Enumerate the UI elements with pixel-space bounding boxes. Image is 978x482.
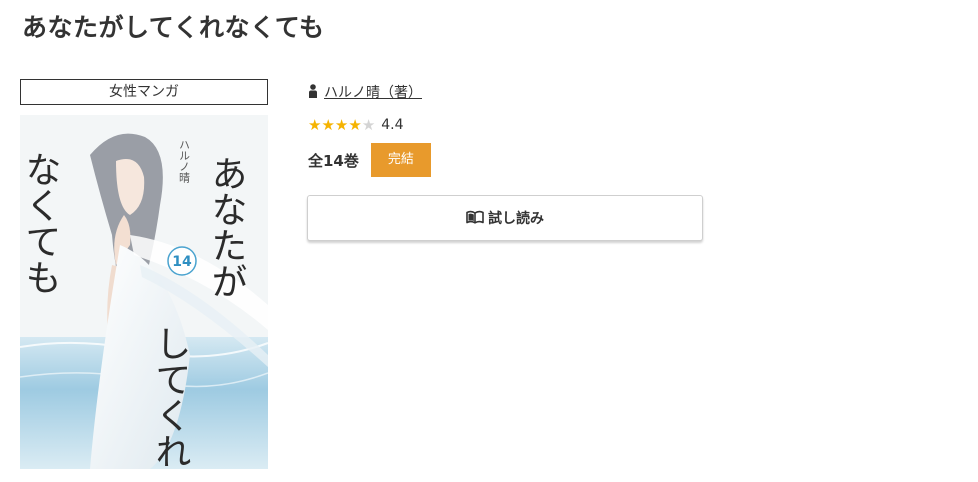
cover-volume-number: 14 (172, 254, 192, 270)
person-icon (308, 83, 318, 102)
star-icon: ★ (348, 115, 362, 134)
cover-title-col-1: あなたが (206, 155, 247, 299)
page-title: あなたがしてくれなくても (22, 13, 325, 42)
complete-badge: 完結 (370, 143, 431, 177)
rating-row: ★ ★ ★ ★ ★ 4.4 (308, 115, 708, 135)
volume-row: 全14巻 完結 (308, 143, 708, 177)
author-link[interactable]: ハルノ晴（著） (324, 82, 422, 102)
cover-illustration: あなたが してくれ なくても ハルノ晴 14 (20, 115, 268, 469)
cover-image[interactable]: あなたが してくれ なくても ハルノ晴 14 (20, 115, 268, 469)
volume-count: 全14巻 (308, 151, 359, 170)
open-book-icon (466, 209, 484, 228)
cover-author-vertical: ハルノ晴 (178, 139, 191, 183)
star-icon: ★ (321, 115, 335, 134)
star-icon: ★ (308, 115, 322, 134)
cover-title-col-2: してくれ (150, 325, 191, 469)
trial-read-button[interactable]: 試し読み (307, 195, 703, 241)
genre-badge[interactable]: 女性マンガ (20, 79, 268, 105)
star-icon: ★ (334, 115, 349, 134)
trial-read-label: 試し読み (488, 211, 544, 227)
star-rating: ★ ★ ★ ★ ★ (308, 115, 376, 134)
right-column: ハルノ晴（著） ★ ★ ★ ★ ★ 4.4 全14巻 完結 試し読み (307, 80, 708, 241)
cover-title-col-3: なくても (20, 151, 61, 295)
author-row: ハルノ晴（著） (308, 80, 708, 104)
rating-value: 4.4 (381, 117, 404, 133)
star-empty-icon: ★ (361, 115, 376, 134)
left-column: 女性マンガ あなたが してくれ なくても ハルノ晴 14 (20, 79, 268, 469)
